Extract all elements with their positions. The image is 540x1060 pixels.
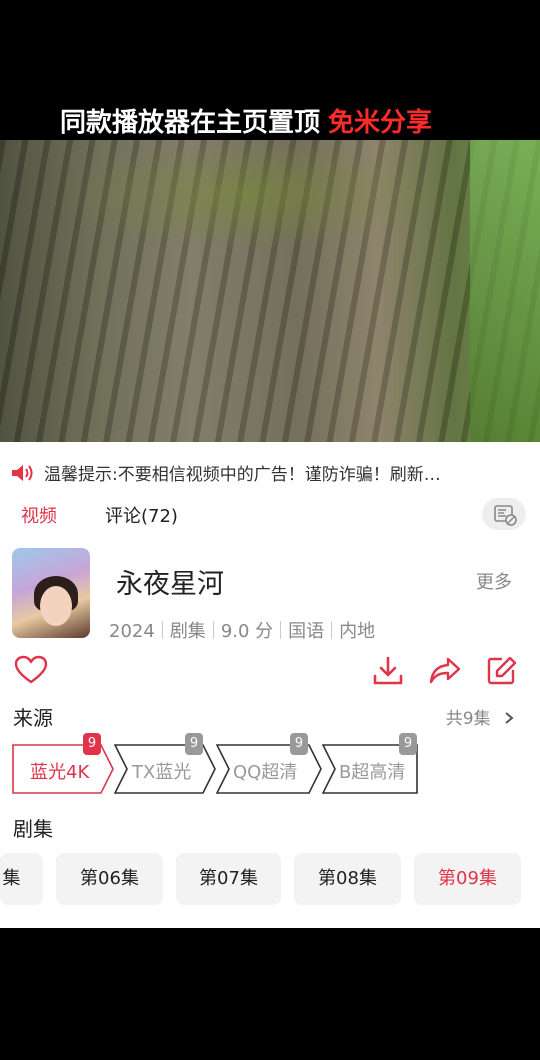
danmaku-icon	[494, 505, 517, 526]
meta-divider	[331, 621, 333, 639]
source-chip-badge: 9	[290, 733, 308, 755]
source-section-title: 来源	[13, 706, 53, 730]
meta-year: 2024	[109, 621, 155, 642]
detail-panel: 温馨提示:不要相信视频中的广告！谨防诈骗！刷新… 视频 评论(72) 永夜星河 …	[0, 442, 540, 928]
notice-text: 温馨提示:不要相信视频中的广告！谨防诈骗！刷新…	[44, 465, 441, 485]
show-poster	[12, 548, 90, 638]
source-chip-label: 蓝光4K	[30, 762, 90, 783]
source-chip-badge: 9	[185, 733, 203, 755]
chevron-right-icon	[505, 712, 514, 724]
meta-type: 剧集	[169, 621, 206, 642]
source-chip-2[interactable]: QQ超清 9	[216, 733, 322, 794]
share-icon[interactable]	[428, 655, 462, 687]
source-chip-label: TX蓝光	[132, 762, 192, 783]
banner-main-text: 同款播放器在主页置顶	[60, 108, 321, 138]
show-title: 永夜星河	[116, 569, 224, 600]
episode-item[interactable]: 集	[0, 853, 43, 905]
meta-divider	[212, 621, 214, 639]
notice-bar: 温馨提示:不要相信视频中的广告！谨防诈骗！刷新…	[10, 460, 441, 485]
banner-highlight-text: 免米分享	[328, 108, 433, 138]
episode-count-text: 共9集	[445, 709, 491, 729]
heart-icon[interactable]	[14, 655, 48, 685]
source-chip-badge: 9	[83, 733, 101, 755]
show-meta: 2024 剧集 9.0 分国语 内地	[109, 617, 375, 643]
meta-divider	[161, 621, 163, 639]
source-chip-label: B超高清	[339, 762, 406, 783]
source-chip-3[interactable]: B超高清 9	[322, 733, 418, 794]
meta-score: 9.0 分	[220, 621, 274, 642]
source-chip-badge: 9	[399, 733, 417, 755]
meta-divider	[280, 621, 282, 639]
video-frame-foliage	[470, 140, 540, 442]
poster-figure-face	[40, 586, 72, 626]
episode-item[interactable]: 第06集	[56, 853, 163, 905]
tab-video[interactable]: 视频	[21, 502, 57, 528]
danmaku-toggle-button[interactable]	[482, 498, 526, 530]
video-frame-moss	[60, 140, 440, 250]
source-chip-1[interactable]: TX蓝光 9	[114, 733, 216, 794]
episode-item-active[interactable]: 第09集	[414, 853, 521, 905]
episode-item[interactable]: 第08集	[294, 853, 401, 905]
download-icon[interactable]	[372, 655, 404, 687]
speaker-icon	[12, 465, 33, 481]
source-chip-label: QQ超清	[233, 762, 298, 783]
episode-item[interactable]: 第07集	[176, 853, 281, 905]
episodes-section-title: 剧集	[13, 817, 53, 841]
more-link[interactable]: 更多	[476, 568, 512, 594]
meta-language: 国语	[288, 621, 325, 642]
edit-icon[interactable]	[486, 655, 518, 687]
video-player[interactable]	[0, 140, 540, 442]
promo-banner: 同款播放器在主页置顶 免米分享	[0, 0, 540, 140]
banner-text: 同款播放器在主页置顶 免米分享	[60, 102, 432, 139]
meta-region: 内地	[339, 621, 376, 642]
source-chip-0[interactable]: 蓝光4K 9	[12, 733, 114, 794]
tab-comments[interactable]: 评论(72)	[105, 502, 178, 528]
episode-count-link[interactable]: 共9集	[446, 704, 516, 729]
